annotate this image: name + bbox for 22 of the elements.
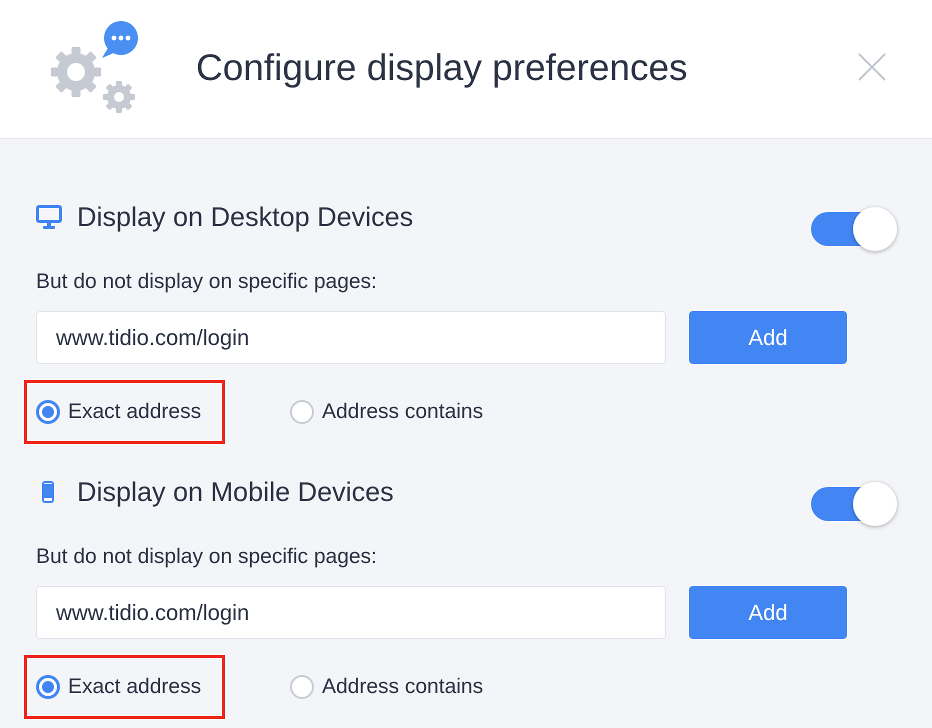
radio-label[interactable]: Address contains [322, 399, 484, 425]
radio-label[interactable]: Exact address [68, 674, 202, 700]
phone-icon [42, 481, 54, 503]
toggle-switch[interactable] [811, 482, 897, 526]
radio-label[interactable]: Address contains [322, 674, 484, 700]
url-input-field[interactable]: www.tidio.com/login [36, 586, 666, 639]
radio-button[interactable] [290, 675, 314, 699]
add-button[interactable]: Add [689, 586, 847, 639]
section-title: Display on Mobile Devices [77, 476, 394, 509]
exclude-label: But do not display on specific pages: [36, 545, 377, 569]
section-title: Display on Desktop Devices [77, 201, 414, 234]
radio-button[interactable] [290, 400, 314, 424]
monitor-icon [36, 205, 62, 229]
radio-button[interactable] [36, 400, 60, 424]
toggle-switch[interactable] [811, 207, 897, 251]
gears-chat-icon [50, 20, 140, 116]
dialog-title: Configure display preferences [196, 46, 688, 90]
radio-label[interactable]: Exact address [68, 399, 202, 425]
radio-button[interactable] [36, 675, 60, 699]
url-input-field[interactable]: www.tidio.com/login [36, 311, 666, 364]
add-button[interactable]: Add [689, 311, 847, 364]
exclude-label: But do not display on specific pages: [36, 270, 377, 294]
